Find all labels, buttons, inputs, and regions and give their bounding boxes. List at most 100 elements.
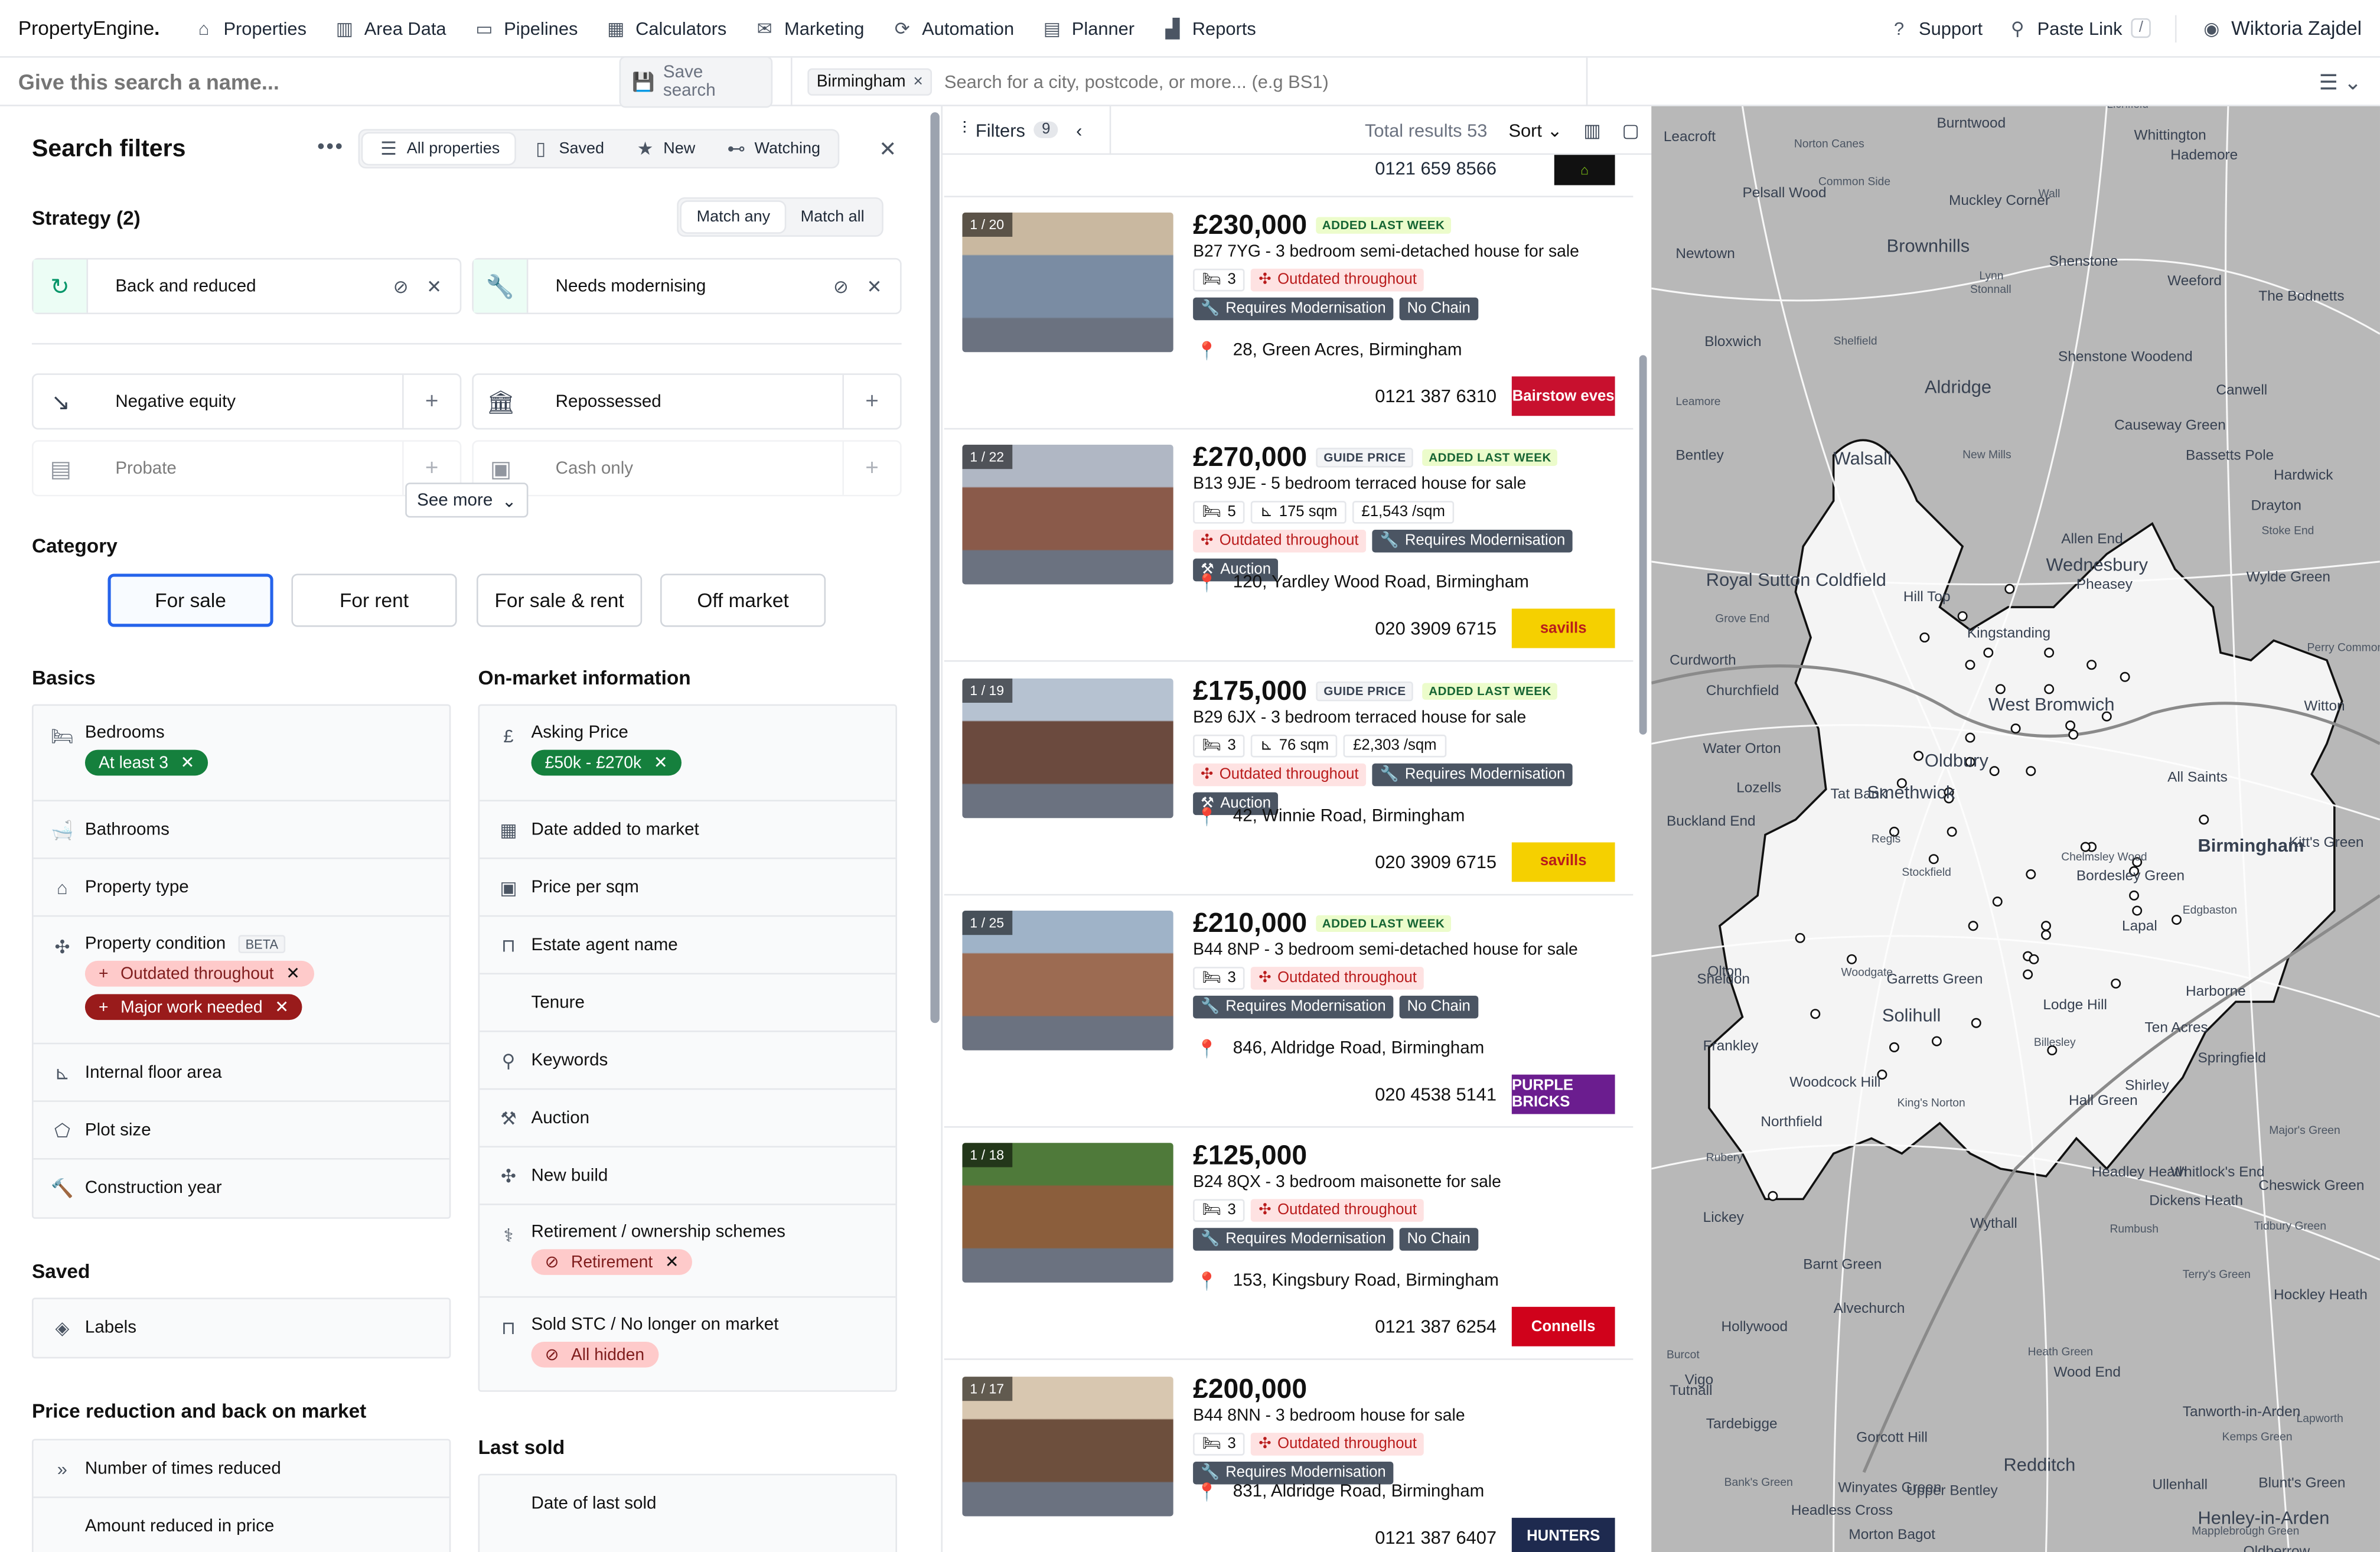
sold-stc-pill[interactable]: ⊘ All hidden [531,1341,658,1368]
filter-bedrooms[interactable]: 🛏 Bedrooms At least 3 ✕ [33,706,449,802]
logo[interactable]: PropertyEngine. [18,17,160,40]
nav-pipelines[interactable]: ▭ Pipelines [474,18,578,39]
property-marker[interactable] [1919,632,1930,643]
strategy-repossessed[interactable]: 🏛 Repossessed + [472,373,902,430]
strategy-negative-equity[interactable]: ↘ Negative equity + [31,373,462,430]
property-marker[interactable] [2010,723,2021,734]
remove-icon[interactable]: ✕ [665,1252,679,1272]
partial-listing[interactable]: 0121 659 8566 ⌂ [944,155,1634,198]
condition-pill-major-work[interactable]: + Major work needed ✕ [84,994,303,1020]
property-photo[interactable]: 1 / 17 [962,1375,1173,1516]
property-photo[interactable]: 1 / 18 [962,1143,1173,1283]
filter-labels[interactable]: ◈ Labels [34,1299,449,1357]
agent-logo[interactable]: Connells [1511,1307,1615,1347]
close-icon[interactable]: ✕ [879,136,896,162]
agent-logo[interactable]: PURPLE BRICKS [1511,1074,1615,1114]
location-chip[interactable]: Birmingham × [807,67,933,95]
condition-pill-outdated[interactable]: + Outdated throughout ✕ [84,960,314,987]
property-marker[interactable] [1957,611,1968,621]
listing-card[interactable]: 1 / 19 £175,000 GUIDE PRICE ADDED LAST WEE… [944,663,1634,895]
property-marker[interactable] [2026,766,2036,777]
property-marker[interactable] [1965,660,1975,670]
agent-phone[interactable]: 0121 387 6407 [1375,1526,1497,1547]
retirement-pill[interactable]: ⊘ Retirement ✕ [531,1249,693,1275]
property-marker[interactable] [1968,921,1978,931]
agent-logo[interactable]: Bairstow eves [1511,376,1615,416]
property-marker[interactable] [2023,969,2033,980]
map[interactable]: Lichfield Burntwood Leacroft Norton Canes Wh… [1651,106,2380,1552]
property-marker[interactable] [1928,854,1939,865]
strategy-back-and-reduced[interactable]: ↻ Back and reduced ⊘ ✕ [31,257,462,315]
property-marker[interactable] [1995,684,2006,695]
filter-floor-area[interactable]: ⊾ Internal floor area [33,1044,449,1102]
listing-card[interactable]: 1 / 20 £230,000 ADDED LAST WEEK B27 7YG -… [944,197,1634,430]
property-marker[interactable] [1947,826,1957,837]
filters-toggle-button[interactable]: ⫶ Filters 9 ‹ [941,105,1111,154]
tab-all-properties[interactable]: ☰ All properties [363,133,515,164]
filter-tenure[interactable]: Tenure [480,974,896,1032]
property-marker[interactable] [1971,1018,1981,1028]
nav-properties[interactable]: ⌂ Properties [193,18,307,39]
filter-plot-size[interactable]: ⬠ Plot size [33,1102,449,1160]
property-marker[interactable] [1847,954,1857,964]
remove-icon[interactable]: ✕ [286,964,300,984]
filter-price-per-sqm[interactable]: ▣ Price per sqm [480,859,896,917]
filter-property-condition[interactable]: ✣ Property condition BETA + Outdated through… [33,917,449,1045]
search-name-input[interactable] [18,69,620,94]
listing-card[interactable]: 1 / 25 £210,000 ADDED LAST WEEK B44 8NP -… [944,895,1634,1128]
property-marker[interactable] [2041,930,2051,940]
property-marker[interactable] [2029,954,2039,964]
property-marker[interactable] [2004,583,2015,594]
add-icon[interactable]: + [842,441,900,495]
remove-icon[interactable]: ✕ [418,275,451,296]
add-icon[interactable]: + [842,374,900,428]
location-search-input[interactable] [944,70,1551,92]
support-link[interactable]: ? Support [1889,18,1983,39]
listing-description[interactable]: B13 9JE - 5 bedroom terraced house for s… [1193,475,1526,494]
filter-amount-reduced[interactable]: Amount reduced in price [34,1498,449,1552]
property-marker[interactable] [2199,814,2209,825]
property-marker[interactable] [2086,660,2097,670]
property-photo[interactable]: 1 / 20 [962,212,1173,353]
list-view-icon[interactable]: ▥ [1583,119,1600,141]
remove-icon[interactable]: ✕ [180,753,194,772]
property-marker[interactable] [1913,751,1924,761]
category-for-sale[interactable]: For sale [107,573,273,627]
property-marker[interactable] [1795,932,1805,943]
menu-icon[interactable]: ☰ ⌄ [2319,70,2362,96]
match-all-option[interactable]: Match all [785,202,879,232]
category-for-sale-and-rent[interactable]: For sale & rent [477,573,643,627]
user-menu[interactable]: ◉ Wiktoria Zajdel [2201,17,2362,40]
property-marker[interactable] [2065,720,2076,731]
hide-icon[interactable]: ⊘ [384,275,418,296]
filter-keywords[interactable]: ⚲ Keywords [480,1032,896,1090]
filter-retirement[interactable]: ⚕ Retirement / ownership schemes ⊘ Retireme… [480,1205,896,1298]
strategy-needs-modernising[interactable]: 🔧 Needs modernising ⊘ ✕ [472,257,902,315]
filter-date-last-sold[interactable]: Date of last sold [480,1475,895,1533]
remove-icon[interactable]: ✕ [275,997,289,1017]
more-options-icon[interactable]: ••• [317,133,344,158]
category-for-rent[interactable]: For rent [291,573,457,627]
category-off-market[interactable]: Off market [660,573,826,627]
filter-construction-year[interactable]: 🔨 Construction year [34,1160,449,1218]
grid-view-icon[interactable]: ▢ [1622,119,1639,141]
property-marker[interactable] [2172,914,2182,925]
nav-planner[interactable]: ▤ Planner [1041,18,1134,39]
bedrooms-pill[interactable]: At least 3 ✕ [84,749,208,776]
property-marker[interactable] [1889,1042,1899,1052]
filter-estate-agent[interactable]: ⊓ Estate agent name [480,917,896,975]
filter-bathrooms[interactable]: 🛁 Bathrooms [33,801,449,859]
match-any-option[interactable]: Match any [681,201,785,233]
property-marker[interactable] [2111,978,2121,989]
agent-phone[interactable]: 0121 387 6310 [1375,386,1497,407]
property-marker[interactable] [2026,869,2036,879]
nav-calculators[interactable]: ▦ Calculators [605,18,726,39]
property-marker[interactable] [2041,921,2051,931]
agent-logo[interactable]: HUNTERS [1511,1517,1615,1552]
agent-phone[interactable]: 020 3909 6715 [1375,618,1497,640]
see-more-button[interactable]: See more ⌄ [405,482,529,518]
property-marker[interactable] [1992,896,2003,907]
filter-asking-price[interactable]: £ Asking Price £50k - £270k ✕ [480,706,896,802]
sort-dropdown[interactable]: Sort ⌄ [1508,119,1562,141]
filters-scrollbar[interactable] [930,112,940,1023]
